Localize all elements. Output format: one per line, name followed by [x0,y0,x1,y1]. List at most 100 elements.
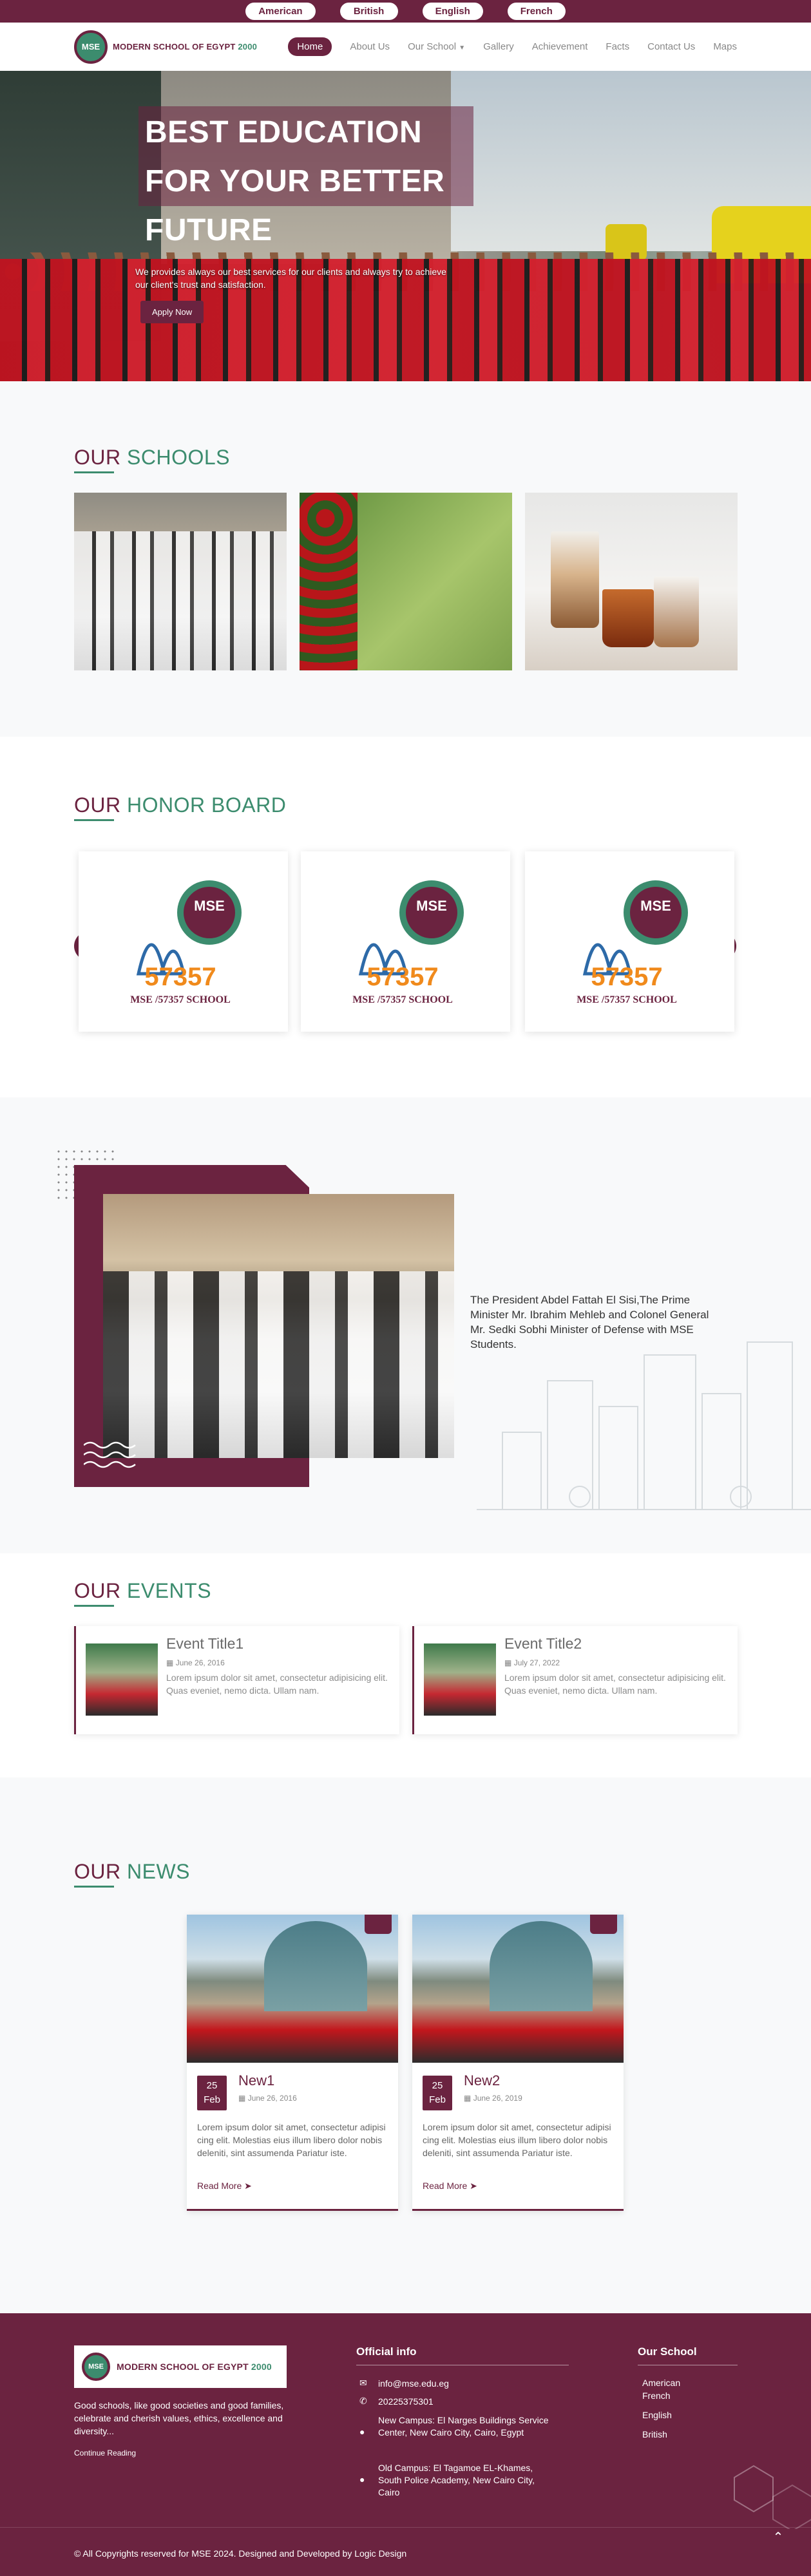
nav-menu: Home About Us Our School ▼ Gallery Achie… [288,37,737,56]
event-title[interactable]: Event Title1 [166,1635,243,1653]
svg-text:MSE /57357 SCHOOL: MSE /57357 SCHOOL [577,994,677,1005]
event-date: ▦ June 26, 2016 [166,1658,225,1667]
official-info-heading: Official info [356,2345,417,2358]
footer-new-campus: New Campus: El Narges Buildings Service … [378,2415,549,2438]
news-date: ▦ June 26, 2019 [464,2094,522,2103]
news-card-1[interactable]: 25 Feb New1 ▦ June 26, 2016 Lorem ipsum d… [187,1915,398,2211]
continue-reading-link[interactable]: Continue Reading [74,2448,136,2458]
footer-old-campus: Old Campus: El Tagamoe EL-Khames, South … [378,2463,535,2497]
read-more-link[interactable]: Read More ➤ [423,2181,477,2192]
tab-british[interactable]: British [339,3,398,20]
school-card-3[interactable] [525,493,738,670]
footer-link-english[interactable]: English [642,2410,672,2420]
calendar-icon: ▦ [464,2094,472,2103]
arrow-circle-right-icon: ➤ [244,2181,252,2191]
events-heading: OUR EVENTS [74,1579,211,1607]
news-title[interactable]: New2 [464,2072,500,2089]
event-date: ▦ July 27, 2022 [504,1658,560,1667]
tab-english[interactable]: English [422,3,483,20]
events-section: OUR EVENTS Event Title1 ▦ June 26, 2016 … [0,1553,811,1777]
news-date-badge: 25 Feb [197,2076,227,2110]
hero-title: BEST EDUCATION FOR YOUR BETTER FUTURE [145,115,445,247]
school-card-2[interactable] [300,493,512,670]
school-crest-icon: MSE [82,2353,110,2381]
svg-text:57357: 57357 [367,963,438,991]
svg-text:MSE: MSE [640,898,671,914]
read-more-link[interactable]: Read More ➤ [197,2181,252,2192]
footer-link-french[interactable]: French [642,2391,671,2401]
event-thumbnail [86,1643,158,1716]
svg-text:MSE /57357 SCHOOL: MSE /57357 SCHOOL [130,994,231,1005]
nav-facts[interactable]: Facts [606,41,629,52]
footer-email[interactable]: info@mse.edu.eg [378,2378,449,2390]
brand-name: MODERN SCHOOL OF EGYPT 2000 [113,42,258,52]
chevron-down-icon: ▼ [459,44,466,52]
calendar-icon: ▦ [238,2094,246,2103]
mse-57357-logo-icon: MSE 57357 MSE /57357 SCHOOL [577,880,688,1005]
svg-text:MSE /57357 SCHOOL: MSE /57357 SCHOOL [352,994,453,1005]
news-image [412,1915,624,2063]
event-card-2[interactable]: Event Title2 ▦ July 27, 2022 Lorem ipsum… [412,1626,738,1734]
news-image [187,1915,398,2063]
news-description: Lorem ipsum dolor sit amet, consectetur … [423,2122,611,2158]
school-crest-icon: MSE [74,30,108,64]
calendar-icon: ▦ [504,1658,512,1667]
our-school-heading: Our School [638,2345,697,2358]
president-visit-photo [103,1194,454,1458]
president-visit-caption: The President Abdel Fattah El Sisi,The P… [470,1294,709,1350]
school-card-1[interactable] [74,493,287,670]
arrow-circle-right-icon: ➤ [470,2181,477,2191]
mse-57357-logo-icon: MSE 57357 MSE /57357 SCHOOL [352,880,464,1005]
event-description: Lorem ipsum dolor sit amet, consectetur … [166,1672,388,1696]
envelope-icon: ✉ [359,2378,367,2388]
svg-text:MSE: MSE [194,898,225,914]
svg-text:MSE: MSE [416,898,447,914]
footer-link-british[interactable]: British [642,2429,667,2439]
copyright-text: © All Copyrights reserved for MSE 2024. … [74,2548,407,2559]
nav-our-school[interactable]: Our School ▼ [408,41,465,52]
chevron-up-icon: ⌃ [772,2530,784,2544]
svg-text:57357: 57357 [591,963,662,991]
honor-board-heading: OUR HONOR BOARD [74,793,286,821]
nav-achievement[interactable]: Achievement [532,41,588,52]
schools-section: OUR SCHOOLS [0,381,811,737]
phone-icon: ✆ [359,2396,367,2406]
calendar-icon: ▦ [166,1658,174,1667]
footer-link-american[interactable]: American [642,2378,680,2388]
wave-decoration-icon [84,1441,136,1468]
back-to-top-button[interactable]: ⌃ [767,2529,790,2552]
nav-home[interactable]: Home [288,37,332,56]
footer-phone[interactable]: 20225375301 [378,2396,434,2408]
hexagon-decoration [734,2465,811,2529]
hero-subtitle: We provides always our best services for… [135,267,446,290]
nav-maps[interactable]: Maps [713,41,737,52]
nav-contact-us[interactable]: Contact Us [647,41,695,52]
event-title[interactable]: Event Title2 [504,1635,582,1653]
svg-text:57357: 57357 [144,963,216,991]
tab-american[interactable]: American [245,3,316,20]
schools-heading: OUR SCHOOLS [74,446,230,473]
president-visit-section: The President Abdel Fattah El Sisi,The P… [0,1097,811,1553]
footer-logo[interactable]: MSE MODERN SCHOOL OF EGYPT 2000 [74,2345,287,2388]
location-pin-icon: ● [359,2427,365,2437]
honor-card-2[interactable]: MSE 57357 MSE /57357 SCHOOL [301,851,510,1032]
nav-gallery[interactable]: Gallery [483,41,514,52]
event-card-1[interactable]: Event Title1 ▦ June 26, 2016 Lorem ipsum… [74,1626,399,1734]
news-date: ▦ June 26, 2016 [238,2094,297,2103]
tab-french[interactable]: French [507,3,566,20]
apply-now-button[interactable]: Apply Now [140,301,204,323]
news-title[interactable]: New1 [238,2072,274,2089]
footer-about-text: Good schools, like good societies and go… [74,2400,284,2436]
event-thumbnail [424,1643,496,1716]
honor-card-3[interactable]: MSE 57357 MSE /57357 SCHOOL [525,851,734,1032]
honor-board-section: OUR HONOR BOARD ‹ › MSE 57357 MSE /57357… [0,737,811,1097]
brand-logo[interactable]: MSE MODERN SCHOOL OF EGYPT 2000 [74,30,257,64]
news-description: Lorem ipsum dolor sit amet, consectetur … [197,2122,386,2158]
news-card-2[interactable]: 25 Feb New2 ▦ June 26, 2019 Lorem ipsum d… [412,1915,624,2211]
mse-57357-logo-icon: MSE 57357 MSE /57357 SCHOOL [130,880,242,1005]
main-navbar: MSE MODERN SCHOOL OF EGYPT 2000 Home Abo… [0,23,811,71]
hero-banner: BEST EDUCATION FOR YOUR BETTER FUTURE We… [0,71,811,381]
nav-about-us[interactable]: About Us [350,41,390,52]
honor-card-1[interactable]: MSE 57357 MSE /57357 SCHOOL [79,851,288,1032]
curriculum-topbar: American British English French [0,0,811,23]
